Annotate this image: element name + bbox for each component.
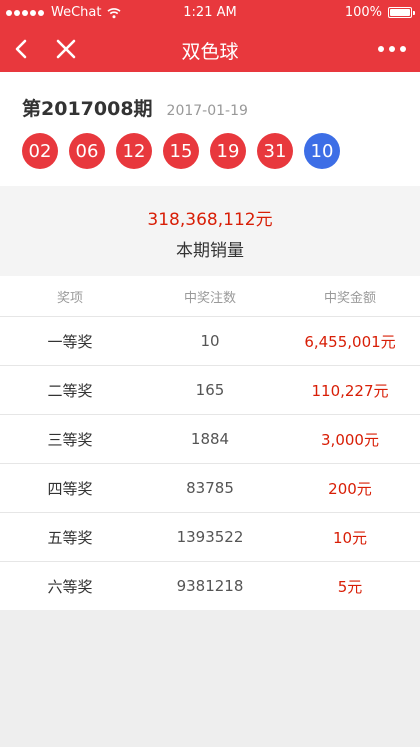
header-prize-amount: 中奖金额 <box>323 290 376 306</box>
battery-percent: 100% <box>344 5 382 20</box>
winner-count: 10 <box>200 332 220 350</box>
prize-table: 奖项 中奖注数 中奖金额 一等奖 10 6,455,001元 二等奖 165 1… <box>0 276 420 610</box>
red-ball: 12 <box>116 133 152 169</box>
prize-level: 二等奖 <box>47 381 93 400</box>
prize-amount: 6,455,001元 <box>304 332 396 351</box>
red-ball: 31 <box>257 133 293 169</box>
red-ball: 15 <box>163 133 199 169</box>
table-row: 一等奖 10 6,455,001元 <box>0 316 420 365</box>
prize-amount: 5元 <box>337 577 363 596</box>
red-ball: 02 <box>22 133 58 169</box>
table-row: 六等奖 9381218 5元 <box>0 561 420 610</box>
winner-count: 1884 <box>190 430 230 448</box>
draw-date: 2017-01-19 <box>166 103 248 119</box>
nav-bar: 双色球 <box>0 26 420 72</box>
table-header: 奖项 中奖注数 中奖金额 <box>0 276 420 316</box>
prize-amount: 200元 <box>328 479 372 498</box>
status-right: 100% <box>344 5 415 20</box>
sales-summary: 318,368,112元 本期销量 <box>0 186 420 276</box>
header-prize-level: 奖项 <box>56 290 83 306</box>
winner-count: 9381218 <box>176 577 244 595</box>
prize-level: 四等奖 <box>47 479 93 498</box>
prize-amount: 3,000元 <box>321 430 379 449</box>
prize-level: 三等奖 <box>47 430 93 449</box>
status-bar: WeChat 1:21 AM 100% <box>0 0 420 26</box>
blue-ball: 10 <box>304 133 340 169</box>
red-ball: 19 <box>210 133 246 169</box>
prize-level: 一等奖 <box>47 332 93 351</box>
table-row: 五等奖 1393522 10元 <box>0 512 420 561</box>
page-title: 双色球 <box>181 41 239 63</box>
draw-issue-number: 第2017008期 <box>22 98 153 120</box>
winner-count: 83785 <box>186 479 234 497</box>
red-ball: 06 <box>69 133 105 169</box>
draw-result-card: 第2017008期 2017-01-19 02 06 12 15 19 31 1… <box>0 72 420 186</box>
prize-level: 五等奖 <box>47 528 93 547</box>
prize-amount: 110,227元 <box>311 381 389 400</box>
table-row: 三等奖 1884 3,000元 <box>0 414 420 463</box>
winner-count: 1393522 <box>176 528 244 546</box>
winning-numbers: 02 06 12 15 19 31 10 <box>22 133 351 169</box>
draw-header: 第2017008期 2017-01-19 <box>22 94 248 121</box>
table-row: 二等奖 165 110,227元 <box>0 365 420 414</box>
more-options-icon[interactable] <box>372 35 412 63</box>
winner-count: 165 <box>195 381 225 399</box>
prize-amount: 10元 <box>332 528 368 547</box>
sales-label: 本期销量 <box>176 241 244 261</box>
table-row: 四等奖 83785 200元 <box>0 463 420 512</box>
battery-icon <box>388 7 415 18</box>
sales-amount: 318,368,112元 <box>147 210 273 230</box>
prize-level: 六等奖 <box>47 577 93 596</box>
header-winner-count: 中奖注数 <box>183 290 236 306</box>
